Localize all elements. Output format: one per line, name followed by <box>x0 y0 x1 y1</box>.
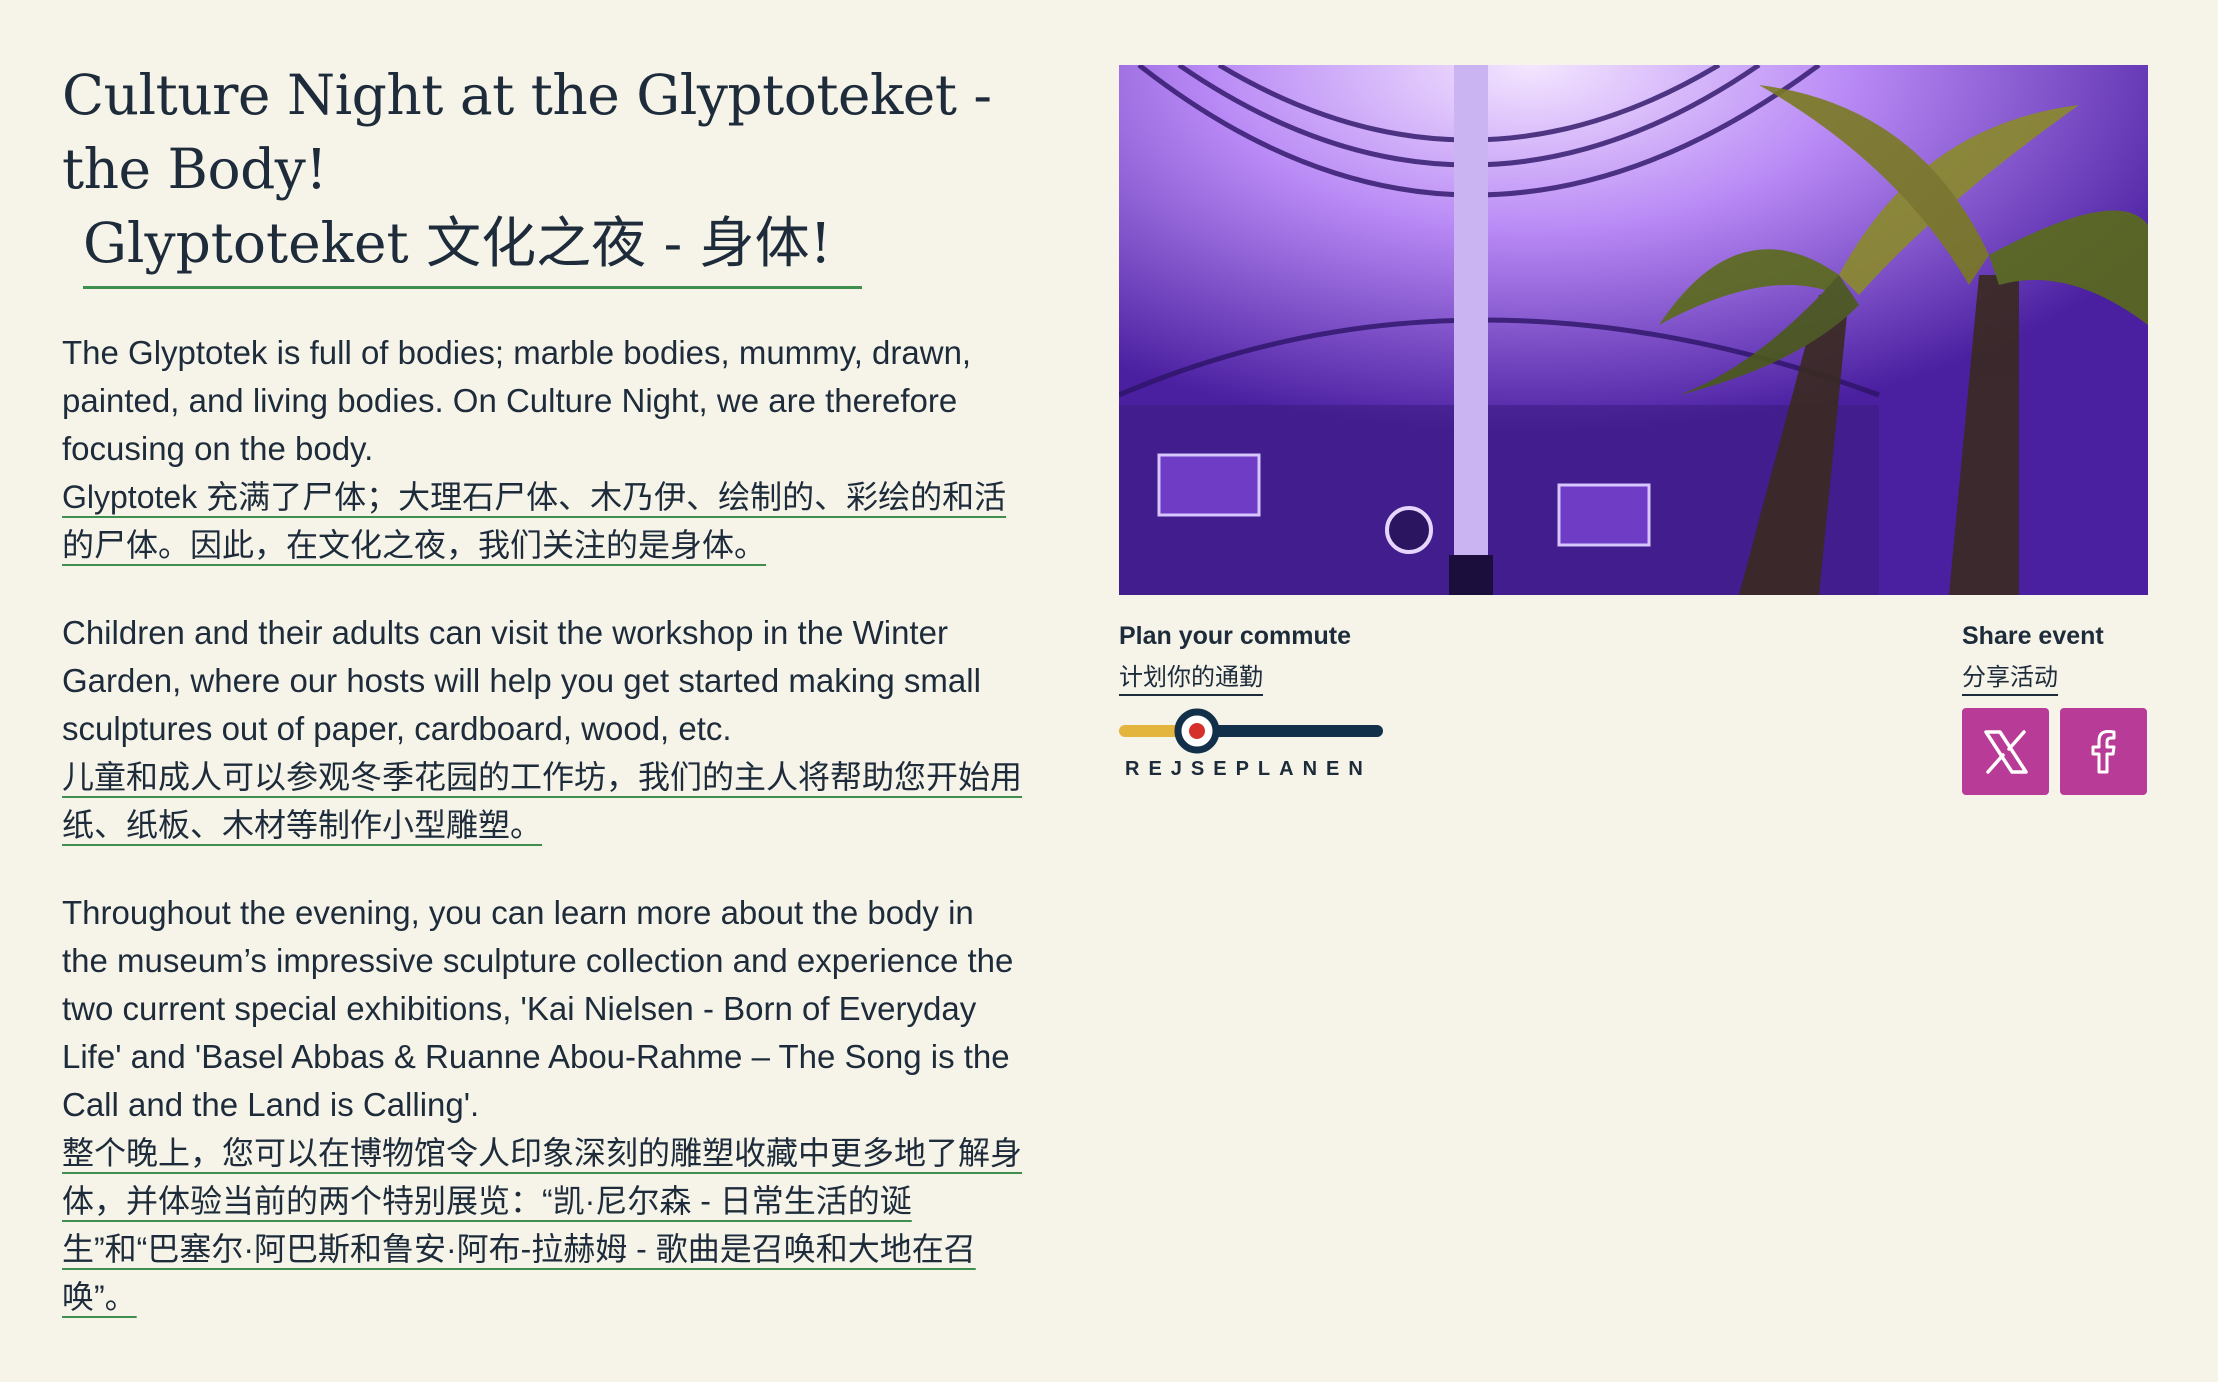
share-x-button[interactable] <box>1962 708 2049 795</box>
share-event-label: Share event <box>1962 622 2104 650</box>
rejseplanen-link[interactable]: REJSEPLANEN <box>1119 706 1383 784</box>
winter-garden-photo <box>1119 65 2148 595</box>
share-facebook-button[interactable] <box>2060 708 2147 795</box>
paragraph-1-en: The Glyptotek is full of bodies; marble … <box>62 334 972 467</box>
share-event: Share event 分享活动 <box>1962 622 2104 696</box>
rejseplanen-logo-icon <box>1119 708 1383 754</box>
event-hero-image <box>1119 65 2148 595</box>
event-title-translation[interactable]: Glyptoteket 文化之夜 - 身体! <box>83 206 862 289</box>
event-title: Culture Night at the Glyptoteket - the B… <box>62 63 992 201</box>
paragraph-2: Children and their adults can visit the … <box>62 609 1022 849</box>
facebook-icon <box>2091 729 2115 773</box>
paragraph-2-en: Children and their adults can visit the … <box>62 614 981 747</box>
paragraph-3-en: Throughout the evening, you can learn mo… <box>62 894 1014 1123</box>
paragraph-3: Throughout the evening, you can learn mo… <box>62 889 1022 1321</box>
paragraph-1-translation[interactable]: Glyptotek 充满了尸体；大理石尸体、木乃伊、绘制的、彩绘的和活的尸体。因… <box>62 479 1006 563</box>
x-logo-icon <box>1983 729 2028 774</box>
plan-commute: Plan your commute 计划你的通勤 <box>1119 622 1351 696</box>
rejseplanen-logo-text: REJSEPLANEN <box>1125 758 1372 780</box>
event-description: Culture Night at the Glyptoteket - the B… <box>62 58 1022 1321</box>
share-event-translation[interactable]: 分享活动 <box>1962 657 2058 696</box>
paragraph-1: The Glyptotek is full of bodies; marble … <box>62 329 1022 569</box>
plan-commute-label: Plan your commute <box>1119 622 1351 650</box>
paragraph-3-translation[interactable]: 整个晚上，您可以在博物馆令人印象深刻的雕塑收藏中更多地了解身体，并体验当前的两个… <box>62 1135 1022 1315</box>
plan-commute-translation[interactable]: 计划你的通勤 <box>1119 657 1263 696</box>
paragraph-2-translation[interactable]: 儿童和成人可以参观冬季花园的工作坊，我们的主人将帮助您开始用纸、纸板、木材等制作… <box>62 759 1022 843</box>
